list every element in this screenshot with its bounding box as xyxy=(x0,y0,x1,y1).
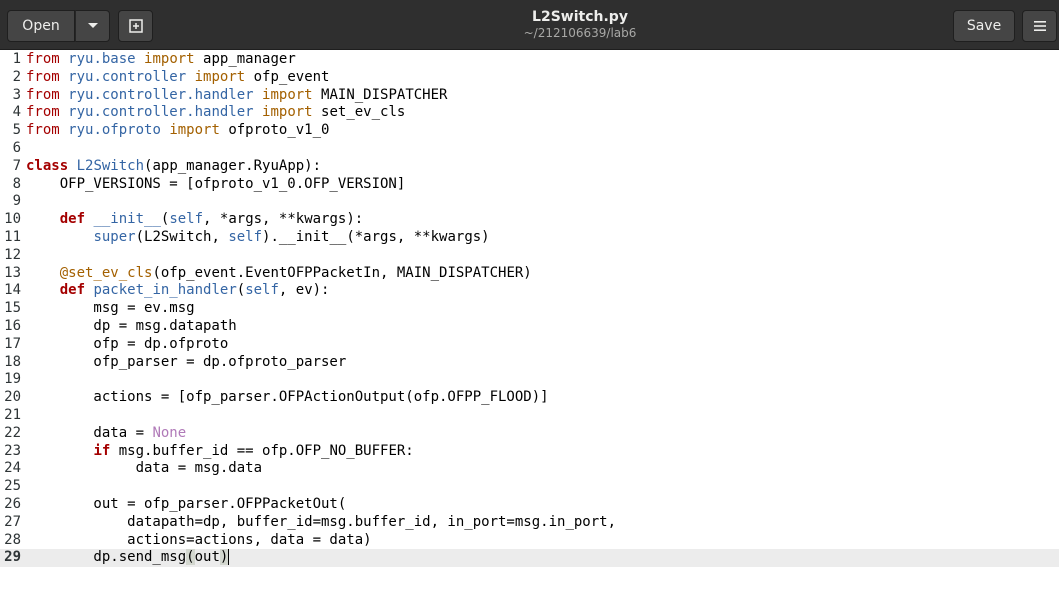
code-line[interactable]: 23 if msg.buffer_id == ofp.OFP_NO_BUFFER… xyxy=(0,443,1059,461)
code-text[interactable]: msg = ev.msg xyxy=(26,300,194,318)
main-menu-button[interactable] xyxy=(1022,10,1057,42)
code-line[interactable]: 13 @set_ev_cls(ofp_event.EventOFPPacketI… xyxy=(0,265,1059,283)
code-line[interactable]: 4 from ryu.controller.handler import set_… xyxy=(0,104,1059,122)
code-text[interactable]: class L2Switch(app_manager.RyuApp): xyxy=(26,158,321,176)
recent-files-button[interactable] xyxy=(75,10,110,42)
text-cursor xyxy=(228,549,230,566)
code-text[interactable]: data = None xyxy=(26,425,186,443)
line-number: 15 xyxy=(4,300,21,317)
code-text[interactable]: actions=actions, data = data) xyxy=(26,532,371,550)
code-line[interactable]: 9 xyxy=(0,193,1059,211)
line-number: 19 xyxy=(4,371,21,388)
code-text[interactable]: from ryu.ofproto import ofproto_v1_0 xyxy=(26,122,329,140)
code-line[interactable]: 1 from ryu.base import app_manager xyxy=(0,51,1059,69)
code-text[interactable]: super(L2Switch, self).__init__(*args, **… xyxy=(26,229,489,247)
line-number: 27 xyxy=(4,513,21,530)
line-number: 26 xyxy=(4,495,21,512)
code-line[interactable]: 24 data = msg.data xyxy=(0,460,1059,478)
open-button[interactable]: Open xyxy=(7,10,75,42)
code-line[interactable]: 21 xyxy=(0,407,1059,425)
line-number: 10 xyxy=(4,211,21,228)
code-text[interactable]: from ryu.controller.handler import MAIN_… xyxy=(26,87,447,105)
line-number: 3 xyxy=(12,86,21,103)
line-number: 13 xyxy=(4,264,21,281)
line-number: 14 xyxy=(4,282,21,299)
code-text[interactable]: datapath=dp, buffer_id=msg.buffer_id, in… xyxy=(26,514,616,532)
code-text[interactable]: dp.send_msg(out) xyxy=(26,549,230,567)
code-line[interactable]: 29 dp.send_msg(out) xyxy=(0,549,1059,568)
code-text[interactable]: actions = [ofp_parser.OFPActionOutput(of… xyxy=(26,389,548,407)
code-line[interactable]: 19 xyxy=(0,371,1059,389)
header-bar: Open L2Switch.py ~/212106639/lab6 Save xyxy=(0,0,1059,50)
line-number: 21 xyxy=(4,406,21,423)
line-number: 5 xyxy=(12,122,21,139)
line-number: 23 xyxy=(4,442,21,459)
code-line[interactable]: 5 from ryu.ofproto import ofproto_v1_0 xyxy=(0,122,1059,140)
line-number: 16 xyxy=(4,317,21,334)
code-area[interactable]: 1 from ryu.base import app_manager 2 from r… xyxy=(0,51,1059,568)
code-text[interactable]: from ryu.controller import ofp_event xyxy=(26,69,329,87)
line-number: 12 xyxy=(4,246,21,263)
code-line[interactable]: 7 class L2Switch(app_manager.RyuApp): xyxy=(0,158,1059,176)
code-line[interactable]: 10 def __init__(self, *args, **kwargs): xyxy=(0,211,1059,229)
line-number: 2 xyxy=(12,68,21,85)
window-title: L2Switch.py xyxy=(532,9,628,25)
code-line[interactable]: 20 actions = [ofp_parser.OFPActionOutput… xyxy=(0,389,1059,407)
code-text[interactable]: data = msg.data xyxy=(26,460,262,478)
line-number: 20 xyxy=(4,389,21,406)
code-line[interactable]: 26 out = ofp_parser.OFPPacketOut( xyxy=(0,496,1059,514)
new-tab-icon xyxy=(128,19,143,33)
code-text[interactable]: OFP_VERSIONS = [ofproto_v1_0.OFP_VERSION… xyxy=(26,176,406,194)
line-number: 11 xyxy=(4,228,21,245)
code-text[interactable]: def __init__(self, *args, **kwargs): xyxy=(26,211,363,229)
line-number: 9 xyxy=(12,193,21,210)
line-number: 18 xyxy=(4,353,21,370)
line-number: 29 xyxy=(4,549,21,566)
save-button[interactable]: Save xyxy=(953,10,1015,42)
save-button-label: Save xyxy=(966,18,1002,34)
code-text[interactable]: out = ofp_parser.OFPPacketOut( xyxy=(26,496,346,514)
code-line[interactable]: 25 xyxy=(0,478,1059,496)
window-subtitle: ~/212106639/lab6 xyxy=(523,26,637,40)
code-line[interactable]: 22 data = None xyxy=(0,425,1059,443)
code-line[interactable]: 6 xyxy=(0,140,1059,158)
code-editor[interactable]: 1 from ryu.base import app_manager 2 from r… xyxy=(0,50,1059,599)
new-document-button[interactable] xyxy=(118,10,153,42)
code-text[interactable]: ofp = dp.ofproto xyxy=(26,336,228,354)
code-line[interactable]: 3 from ryu.controller.handler import MAIN… xyxy=(0,87,1059,105)
line-number: 4 xyxy=(12,104,21,121)
code-line[interactable]: 11 super(L2Switch, self).__init__(*args,… xyxy=(0,229,1059,247)
code-line[interactable]: 27 datapath=dp, buffer_id=msg.buffer_id,… xyxy=(0,514,1059,532)
line-number: 8 xyxy=(12,175,21,192)
line-number: 7 xyxy=(12,157,21,174)
line-number: 22 xyxy=(4,424,21,441)
code-line[interactable]: 2 from ryu.controller import ofp_event xyxy=(0,69,1059,87)
code-text[interactable]: ofp_parser = dp.ofproto_parser xyxy=(26,354,346,372)
line-number: 1 xyxy=(12,51,21,67)
chevron-down-icon xyxy=(87,23,98,28)
window-title-area: L2Switch.py ~/212106639/lab6 xyxy=(430,8,730,40)
code-text[interactable]: if msg.buffer_id == ofp.OFP_NO_BUFFER: xyxy=(26,443,413,461)
code-line[interactable]: 14 def packet_in_handler(self, ev): xyxy=(0,282,1059,300)
code-line[interactable]: 12 xyxy=(0,247,1059,265)
code-line[interactable]: 16 dp = msg.datapath xyxy=(0,318,1059,336)
line-number: 17 xyxy=(4,335,21,352)
code-line[interactable]: 18 ofp_parser = dp.ofproto_parser xyxy=(0,354,1059,372)
code-line[interactable]: 8 OFP_VERSIONS = [ofproto_v1_0.OFP_VERSI… xyxy=(0,176,1059,194)
line-number: 25 xyxy=(4,478,21,495)
code-text[interactable]: dp = msg.datapath xyxy=(26,318,236,336)
line-number: 24 xyxy=(4,460,21,477)
open-button-label: Open xyxy=(22,18,60,34)
code-line[interactable]: 28 actions=actions, data = data) xyxy=(0,532,1059,550)
code-text[interactable]: @set_ev_cls(ofp_event.EventOFPPacketIn, … xyxy=(26,265,532,283)
code-text[interactable]: def packet_in_handler(self, ev): xyxy=(26,282,330,300)
code-line[interactable]: 17 ofp = dp.ofproto xyxy=(0,336,1059,354)
code-line[interactable]: 15 msg = ev.msg xyxy=(0,300,1059,318)
hamburger-menu-icon xyxy=(1033,21,1046,31)
code-text[interactable]: from ryu.controller.handler import set_e… xyxy=(26,104,405,122)
line-number: 28 xyxy=(4,531,21,548)
line-number: 6 xyxy=(12,139,21,156)
code-text[interactable]: from ryu.base import app_manager xyxy=(26,51,296,69)
